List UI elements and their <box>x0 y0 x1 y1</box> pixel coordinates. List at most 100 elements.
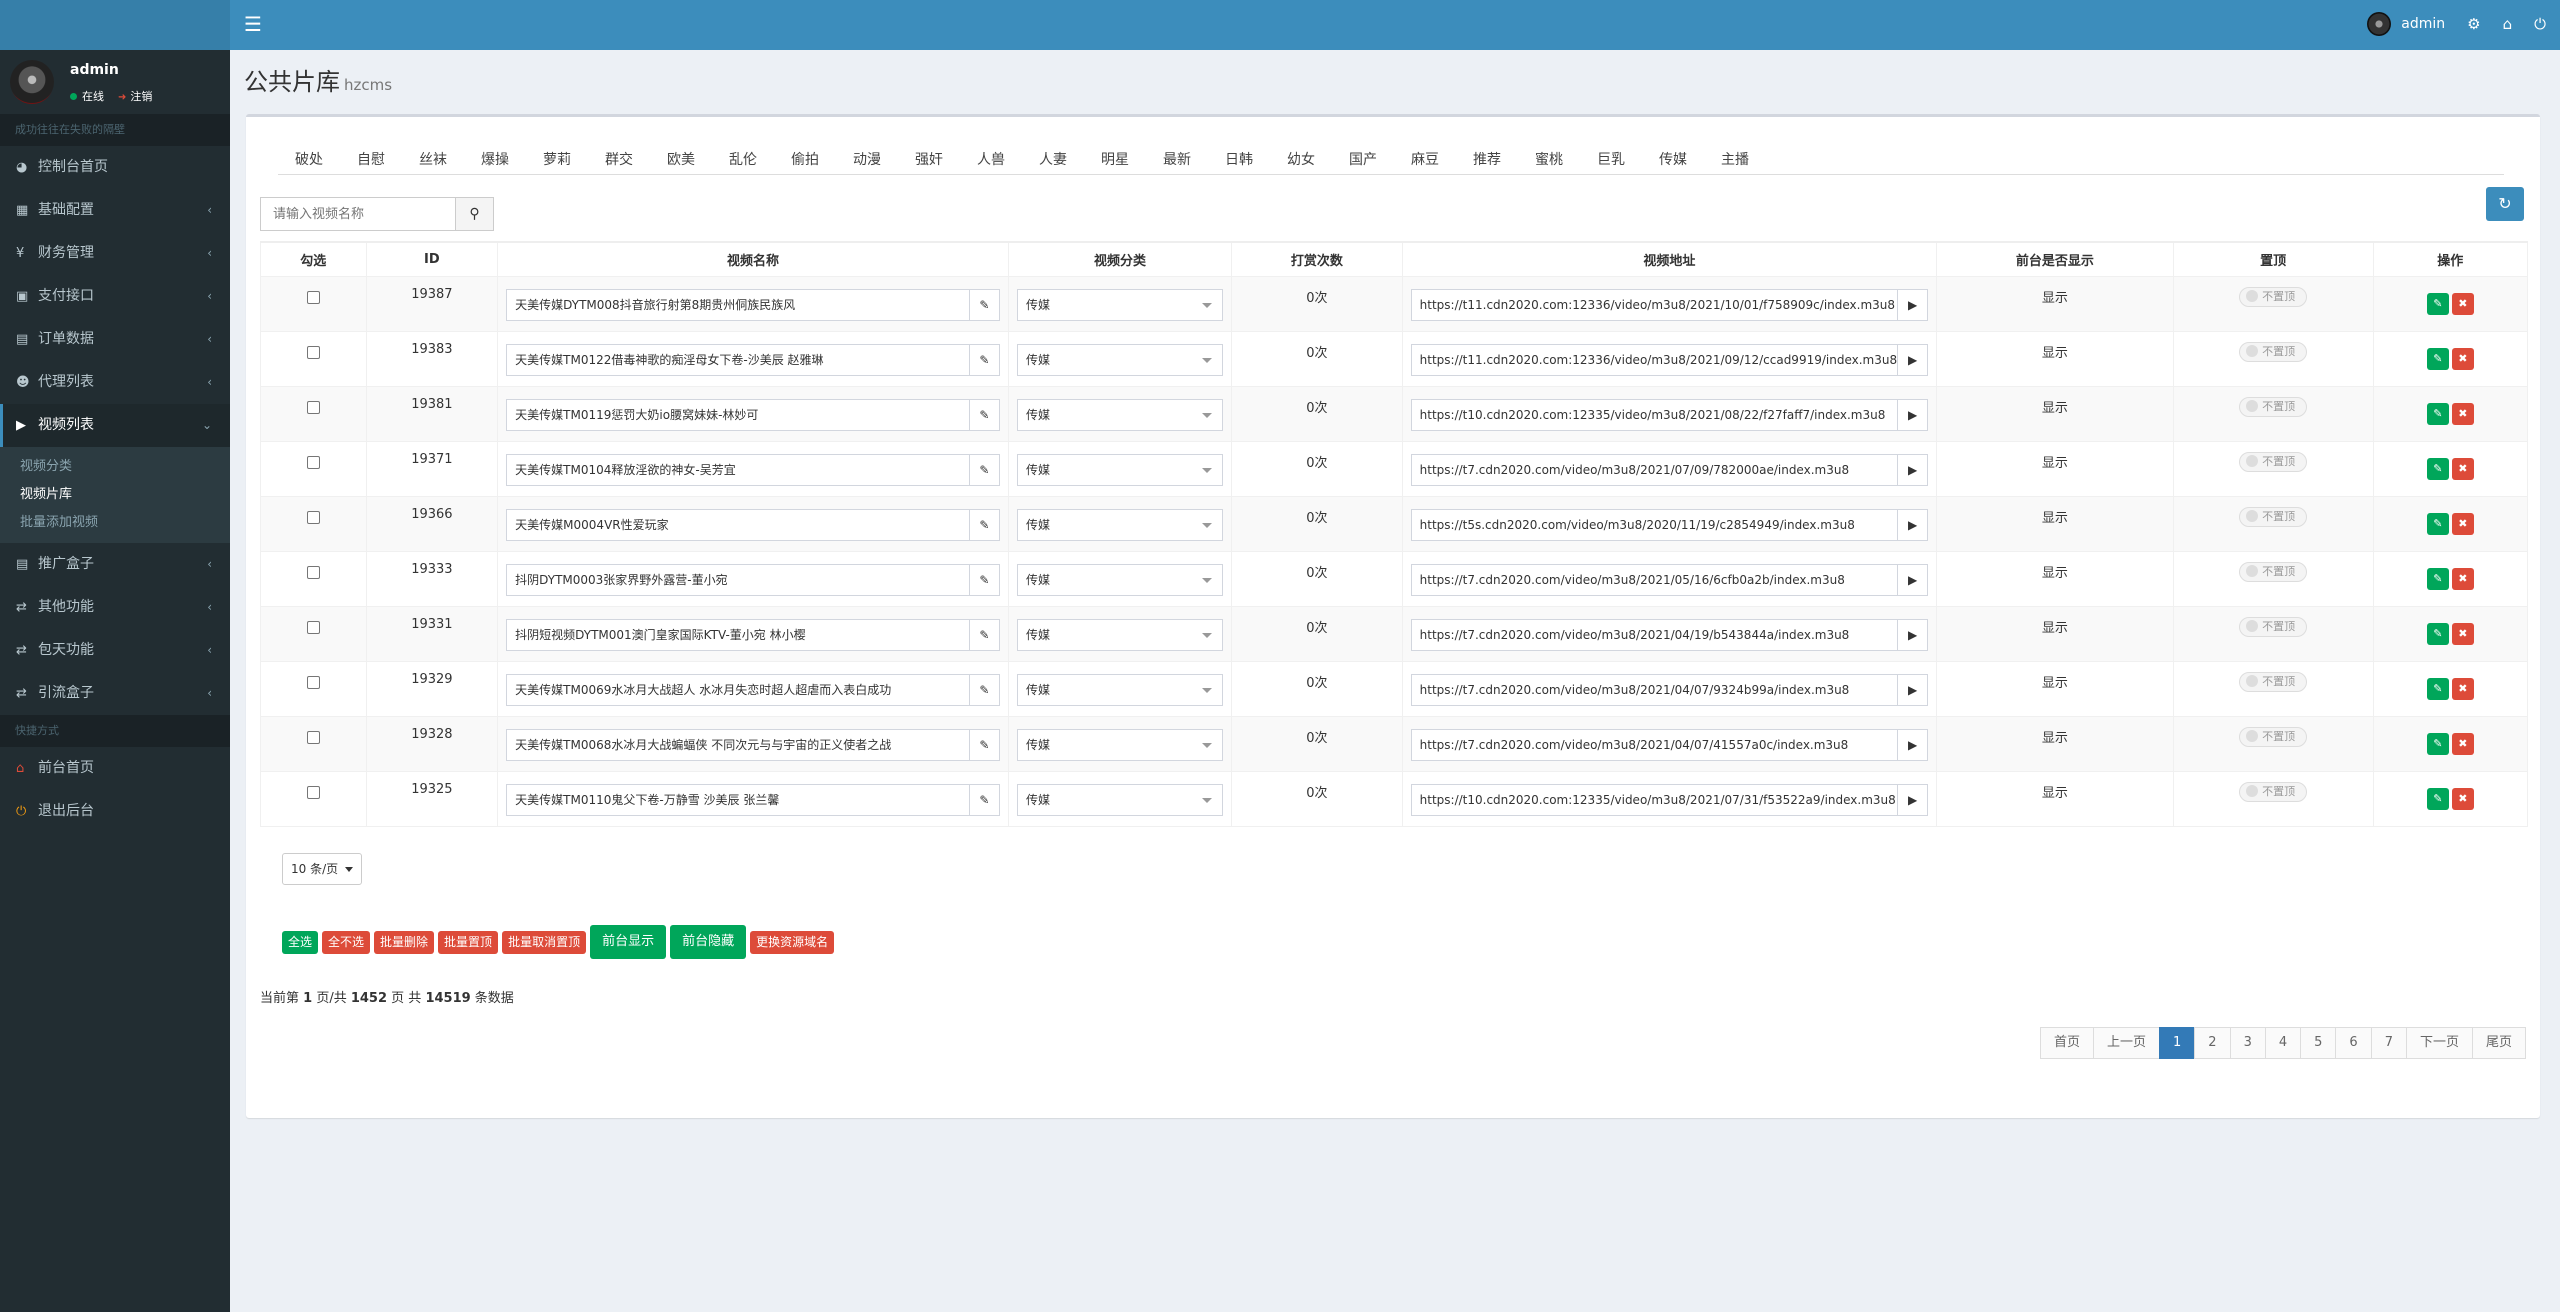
row-checkbox[interactable] <box>306 620 320 634</box>
sidebar-item-exit[interactable]: ⏻ 退出后台 <box>0 790 230 833</box>
edit-square-icon[interactable]: ✎ <box>969 508 1000 541</box>
video-camera-icon[interactable]: ▶ <box>1898 398 1929 431</box>
tab-category[interactable]: 传媒 <box>1642 143 1704 174</box>
row-checkbox[interactable] <box>306 400 320 414</box>
submenu-video-category[interactable]: 视频分类 <box>0 453 230 481</box>
sidebar-item-promo-box[interactable]: ▤ 推广盒子 ‹ <box>0 543 230 586</box>
page-next[interactable]: 下一页 <box>2405 1027 2473 1059</box>
category-select[interactable]: 传媒 <box>1016 783 1224 816</box>
tab-category[interactable]: 动漫 <box>836 143 898 174</box>
select-none-button[interactable]: 全不选 <box>322 930 371 954</box>
top-toggle[interactable]: 不置顶 <box>2239 671 2308 692</box>
edit-square-icon[interactable]: ✎ <box>969 398 1000 431</box>
page-number[interactable]: 4 <box>2264 1027 2302 1059</box>
tab-category[interactable]: 自慰 <box>340 143 402 174</box>
video-camera-icon[interactable]: ▶ <box>1898 618 1929 651</box>
tab-category[interactable]: 明星 <box>1084 143 1146 174</box>
tab-category[interactable]: 强奸 <box>898 143 960 174</box>
power-icon[interactable]: ⏻ <box>2534 15 2546 33</box>
page-number[interactable]: 5 <box>2300 1027 2337 1059</box>
sidebar-item-orders[interactable]: ▤ 订单数据 ‹ <box>0 318 230 361</box>
sidebar-item-finance[interactable]: ¥ 财务管理 ‹ <box>0 232 230 275</box>
video-url-input[interactable]: https://t7.cdn2020.com/video/m3u8/2021/0… <box>1410 563 1899 596</box>
search-input[interactable] <box>260 197 456 231</box>
trash-icon[interactable]: ✖ <box>2451 512 2474 535</box>
top-toggle[interactable]: 不置顶 <box>2239 396 2308 417</box>
tab-category[interactable]: 萝莉 <box>526 143 588 174</box>
video-url-input[interactable]: https://t7.cdn2020.com/video/m3u8/2021/0… <box>1410 728 1899 761</box>
video-url-input[interactable]: https://t10.cdn2020.com:12335/video/m3u8… <box>1410 783 1899 816</box>
video-url-input[interactable]: https://t5s.cdn2020.com/video/m3u8/2020/… <box>1410 508 1899 541</box>
top-toggle[interactable]: 不置顶 <box>2239 341 2308 362</box>
category-select[interactable]: 传媒 <box>1016 453 1224 486</box>
tab-category[interactable]: 偷拍 <box>774 143 836 174</box>
edit-square-icon[interactable]: ✎ <box>969 288 1000 321</box>
edit-icon[interactable]: ✎ <box>2426 677 2449 700</box>
edit-icon[interactable]: ✎ <box>2426 787 2449 810</box>
sidebar-item-payment[interactable]: ▣ 支付接口 ‹ <box>0 275 230 318</box>
home-icon[interactable]: ⌂ <box>2503 15 2513 33</box>
video-name-input[interactable]: 天美传媒TM0069水冰月大战超人 水冰月失恋时超人超虐而入表白成功 <box>506 673 970 706</box>
edit-square-icon[interactable]: ✎ <box>969 783 1000 816</box>
edit-square-icon[interactable]: ✎ <box>969 618 1000 651</box>
category-select[interactable]: 传媒 <box>1016 288 1224 321</box>
tab-category[interactable]: 爆操 <box>464 143 526 174</box>
video-camera-icon[interactable]: ▶ <box>1898 563 1929 596</box>
category-select[interactable]: 传媒 <box>1016 398 1224 431</box>
edit-icon[interactable]: ✎ <box>2426 292 2449 315</box>
tab-category[interactable]: 国产 <box>1332 143 1394 174</box>
page-number[interactable]: 1 <box>2159 1027 2196 1059</box>
video-camera-icon[interactable]: ▶ <box>1898 453 1929 486</box>
sidebar-item-daily[interactable]: ⇄ 包天功能 ‹ <box>0 629 230 672</box>
video-name-input[interactable]: 天美传媒TM0104释放淫欲的神女-吴芳宜 <box>506 453 970 486</box>
tab-category[interactable]: 主播 <box>1704 143 1766 174</box>
edit-square-icon[interactable]: ✎ <box>969 453 1000 486</box>
row-checkbox[interactable] <box>306 675 320 689</box>
tab-category[interactable]: 巨乳 <box>1580 143 1642 174</box>
edit-square-icon[interactable]: ✎ <box>969 563 1000 596</box>
video-name-input[interactable]: 天美传媒M0004VR性爱玩家 <box>506 508 970 541</box>
tab-category[interactable]: 蜜桃 <box>1518 143 1580 174</box>
category-select[interactable]: 传媒 <box>1016 508 1224 541</box>
sidebar-item-other[interactable]: ⇄ 其他功能 ‹ <box>0 586 230 629</box>
category-select[interactable]: 传媒 <box>1016 618 1224 651</box>
top-toggle[interactable]: 不置顶 <box>2239 506 2308 527</box>
edit-icon[interactable]: ✎ <box>2426 622 2449 645</box>
video-camera-icon[interactable]: ▶ <box>1898 508 1929 541</box>
page-number[interactable]: 6 <box>2335 1027 2372 1059</box>
trash-icon[interactable]: ✖ <box>2451 402 2474 425</box>
page-first[interactable]: 首页 <box>2039 1027 2094 1059</box>
sidebar-item-basic-config[interactable]: ▦ 基础配置 ‹ <box>0 189 230 232</box>
top-toggle[interactable]: 不置顶 <box>2239 616 2308 637</box>
trash-icon[interactable]: ✖ <box>2451 457 2474 480</box>
tab-category[interactable]: 群交 <box>588 143 650 174</box>
trash-icon[interactable]: ✖ <box>2451 787 2474 810</box>
change-domain-button[interactable]: 更换资源域名 <box>750 930 835 954</box>
submenu-video-library[interactable]: 视频片库 <box>0 481 230 509</box>
page-number[interactable]: 2 <box>2194 1027 2231 1059</box>
select-all-button[interactable]: 全选 <box>282 930 319 954</box>
edit-icon[interactable]: ✎ <box>2426 347 2449 370</box>
video-camera-icon[interactable]: ▶ <box>1898 783 1929 816</box>
top-toggle[interactable]: 不置顶 <box>2239 781 2308 802</box>
edit-icon[interactable]: ✎ <box>2426 457 2449 480</box>
video-url-input[interactable]: https://t7.cdn2020.com/video/m3u8/2021/0… <box>1410 453 1899 486</box>
sidebar-item-dashboard[interactable]: ◕ 控制台首页 <box>0 146 230 189</box>
frontend-hide-button[interactable]: 前台隐藏 <box>670 925 747 959</box>
frontend-show-button[interactable]: 前台显示 <box>590 925 667 959</box>
video-camera-icon[interactable]: ▶ <box>1898 728 1929 761</box>
batch-delete-button[interactable]: 批量删除 <box>374 930 435 954</box>
tab-category[interactable]: 日韩 <box>1208 143 1270 174</box>
top-toggle[interactable]: 不置顶 <box>2239 726 2308 747</box>
category-select[interactable]: 传媒 <box>1016 343 1224 376</box>
tab-category[interactable]: 最新 <box>1146 143 1208 174</box>
batch-untop-button[interactable]: 批量取消置顶 <box>502 930 587 954</box>
row-checkbox[interactable] <box>306 730 320 744</box>
page-prev[interactable]: 上一页 <box>2092 1027 2160 1059</box>
tab-category[interactable]: 乱伦 <box>712 143 774 174</box>
video-url-input[interactable]: https://t10.cdn2020.com:12335/video/m3u8… <box>1410 398 1899 431</box>
trash-icon[interactable]: ✖ <box>2451 677 2474 700</box>
trash-icon[interactable]: ✖ <box>2451 567 2474 590</box>
submenu-batch-add[interactable]: 批量添加视频 <box>0 509 230 537</box>
page-number[interactable]: 3 <box>2229 1027 2266 1059</box>
